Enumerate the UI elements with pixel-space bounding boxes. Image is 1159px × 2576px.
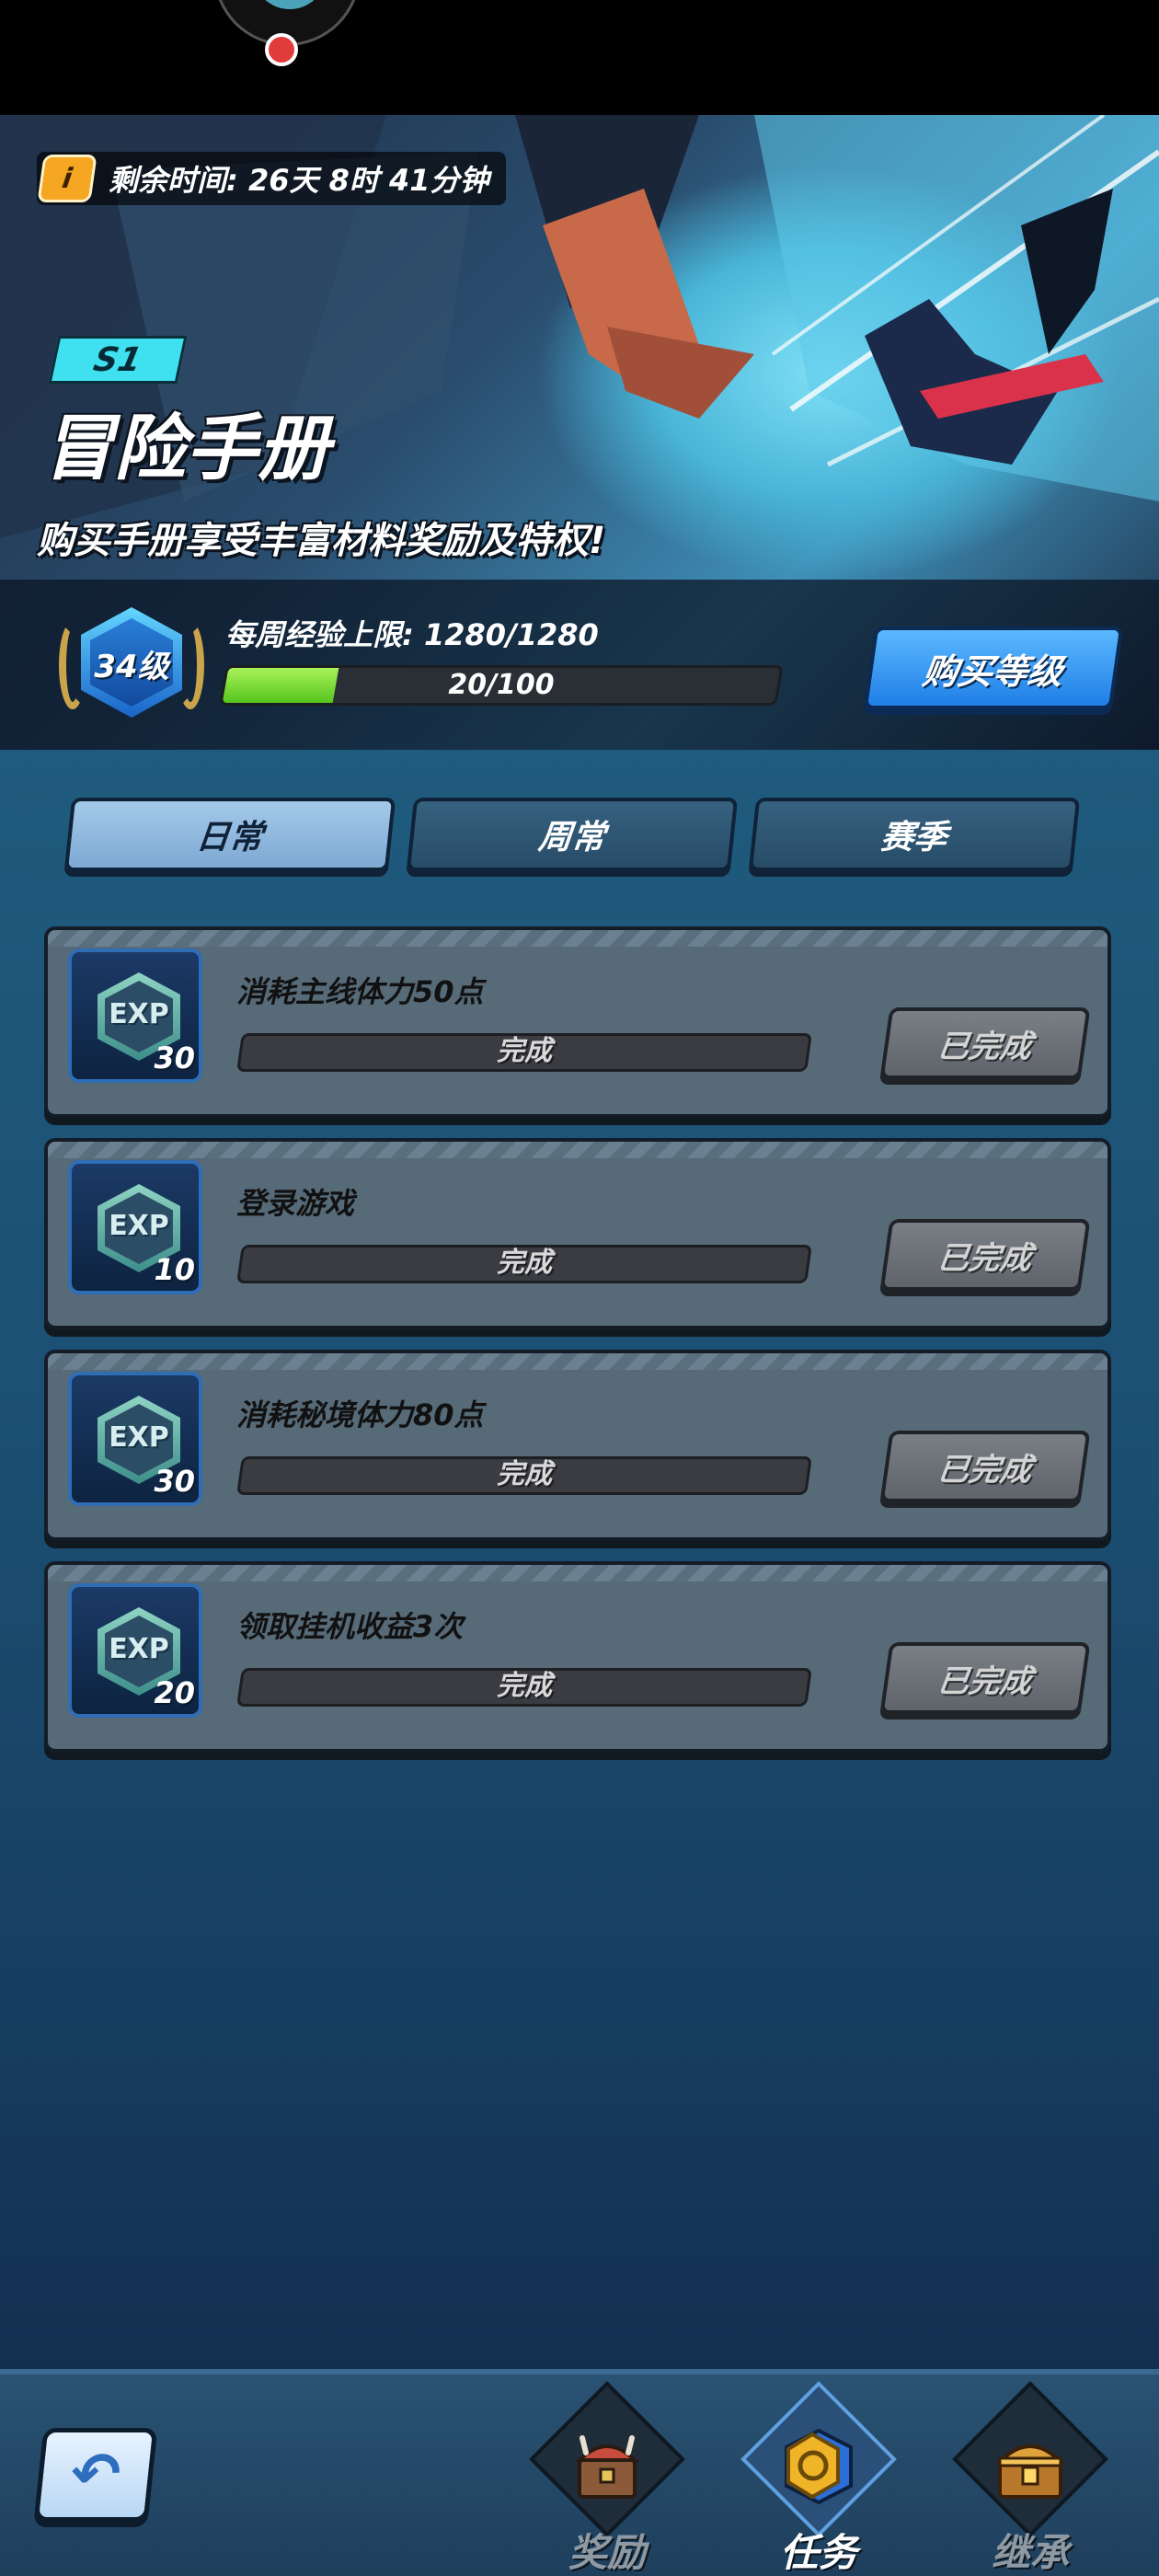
task-title: 登录游戏 xyxy=(236,1186,355,1221)
bottom-nav: ↶ 奖励 任务 继承 xyxy=(0,2369,1159,2576)
exp-amount: 30 xyxy=(154,1041,195,1075)
level-text: 34级 xyxy=(94,649,169,685)
task-badge-icon xyxy=(777,2425,860,2508)
top-bar xyxy=(0,0,1159,115)
task-panel: 日常 周常 赛季 EXP 30 消耗主线体力50点 完成 已完成 EXP 10 … xyxy=(0,750,1159,2369)
tab-weekly[interactable]: 周常 xyxy=(406,798,739,871)
exp-reward-icon: EXP 10 xyxy=(68,1160,202,1294)
notification-dot xyxy=(265,33,298,66)
task-row: EXP 20 领取挂机收益3次 完成 已完成 xyxy=(44,1561,1111,1753)
completed-button[interactable]: 已完成 xyxy=(879,1219,1091,1291)
info-icon[interactable]: i xyxy=(37,155,98,202)
treasure-chest-icon xyxy=(989,2425,1072,2508)
exp-amount: 10 xyxy=(154,1252,195,1287)
task-row: EXP 30 消耗秘境体力80点 完成 已完成 xyxy=(44,1350,1111,1541)
completed-button[interactable]: 已完成 xyxy=(879,1431,1091,1502)
task-row: EXP 30 消耗主线体力50点 完成 已完成 xyxy=(44,926,1111,1118)
nav-label-task: 任务 xyxy=(779,2530,857,2575)
exp-label: EXP xyxy=(109,1633,169,1665)
task-progress-text: 完成 xyxy=(497,1035,552,1067)
completed-button[interactable]: 已完成 xyxy=(879,1007,1091,1079)
nav-item-task[interactable]: 任务 xyxy=(727,2381,911,2576)
mascot-bird-icon xyxy=(253,0,327,9)
buy-level-button[interactable]: 购买等级 xyxy=(863,627,1124,709)
season-tag: S1 xyxy=(48,336,188,384)
weekly-exp-limit: 每周经验上限: 1280/1280 xyxy=(225,617,599,652)
nav-label-inherit: 继承 xyxy=(991,2530,1069,2575)
exp-reward-icon: EXP 30 xyxy=(68,1372,202,1506)
nav-item-inherit[interactable]: 继承 xyxy=(938,2381,1122,2576)
exp-amount: 30 xyxy=(154,1464,195,1499)
exp-reward-icon: EXP 20 xyxy=(68,1583,202,1718)
task-progress-text: 完成 xyxy=(497,1247,552,1279)
tab-season[interactable]: 赛季 xyxy=(748,798,1081,871)
remaining-time: i 剩余时间: 26天 8时 41分钟 xyxy=(37,152,506,205)
level-badge: 34级 xyxy=(53,603,210,722)
page-subtitle: 购买手册享受丰富材料奖励及特权! xyxy=(37,520,606,562)
adventure-handbook-banner: i 剩余时间: 26天 8时 41分钟 S1 冒险手册 购买手册享受丰富材料奖励… xyxy=(0,115,1159,750)
exp-label: EXP xyxy=(109,1421,169,1454)
exp-reward-icon: EXP 30 xyxy=(68,949,202,1083)
exp-progress-text: 20/100 xyxy=(448,669,555,701)
task-title: 领取挂机收益3次 xyxy=(236,1609,464,1644)
exp-amount: 20 xyxy=(154,1675,195,1710)
back-button[interactable]: ↶ xyxy=(33,2428,158,2522)
nav-item-reward[interactable]: 奖励 xyxy=(515,2381,699,2576)
task-title: 消耗主线体力50点 xyxy=(236,974,484,1009)
page-title: 冒险手册 xyxy=(42,408,330,490)
task-title: 消耗秘境体力80点 xyxy=(236,1397,484,1432)
reward-chest-icon xyxy=(566,2425,648,2508)
completed-button[interactable]: 已完成 xyxy=(879,1642,1091,1714)
remaining-time-text: 剩余时间: 26天 8时 41分钟 xyxy=(109,163,489,198)
back-arrow-icon: ↶ xyxy=(67,2441,124,2509)
exp-label: EXP xyxy=(109,1210,169,1242)
task-tabs: 日常 周常 赛季 xyxy=(63,798,1091,880)
task-progress-text: 完成 xyxy=(497,1670,552,1702)
exp-label: EXP xyxy=(109,998,169,1030)
task-progress-text: 完成 xyxy=(497,1458,552,1490)
tab-daily[interactable]: 日常 xyxy=(63,798,396,871)
task-row: EXP 10 登录游戏 完成 已完成 xyxy=(44,1138,1111,1329)
nav-label-reward: 奖励 xyxy=(568,2530,646,2575)
